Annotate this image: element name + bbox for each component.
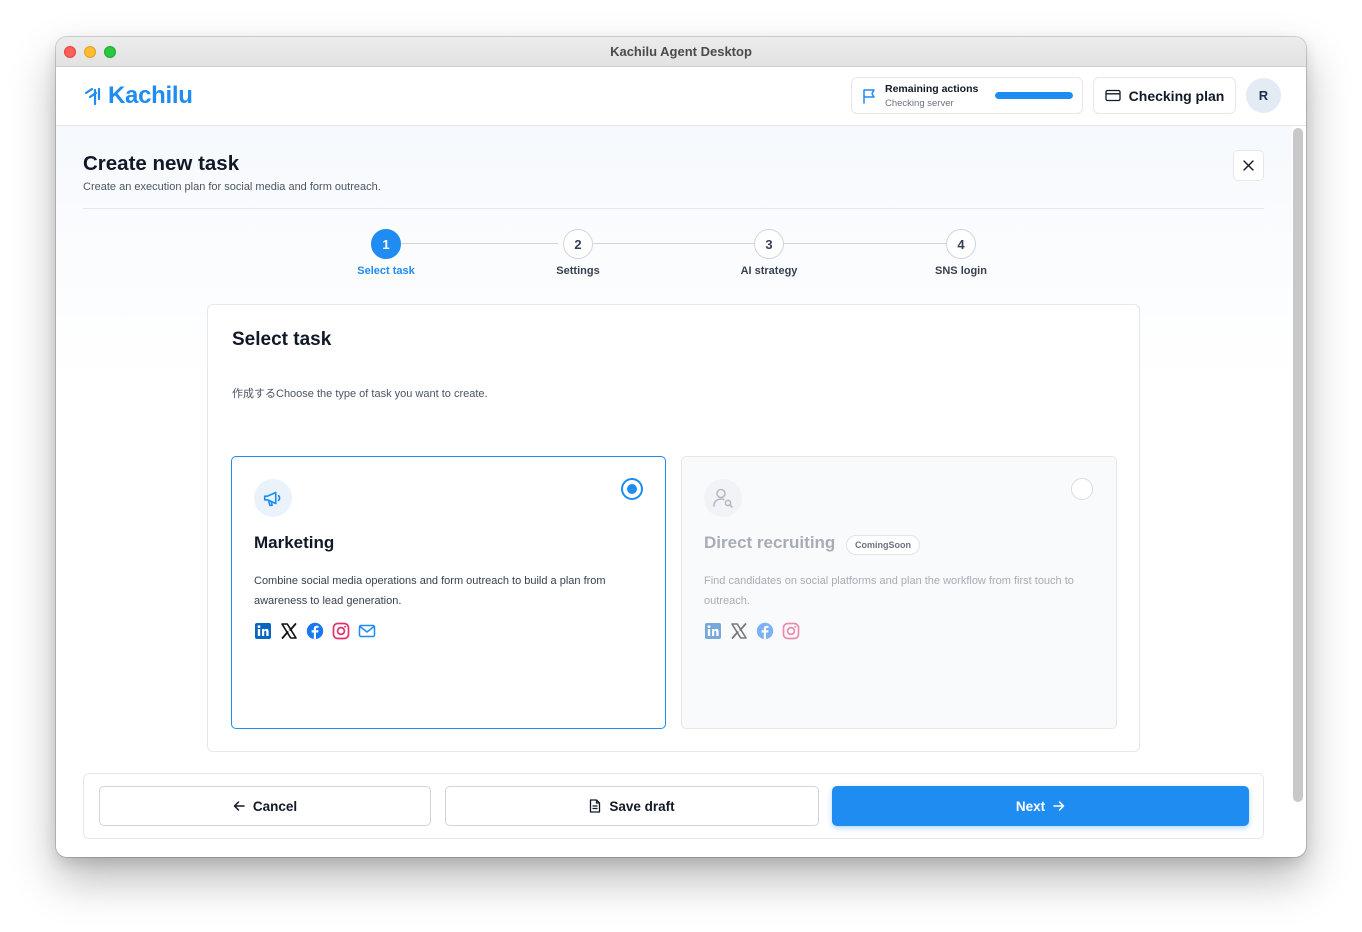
linkedin-icon xyxy=(705,623,721,639)
direct-recruiting-card-description: Find candidates on social platforms and … xyxy=(704,575,1074,607)
step-2-circle[interactable]: 2 xyxy=(563,229,593,259)
next-label: Next xyxy=(1015,798,1046,814)
main-content: Create new task Create an execution plan… xyxy=(56,126,1292,857)
card-icon-wrapper xyxy=(704,479,742,517)
marketing-task-card[interactable]: Marketing Combine social media operation… xyxy=(231,456,666,729)
facebook-icon xyxy=(756,622,774,640)
checking-plan-button[interactable]: Checking plan xyxy=(1093,77,1236,114)
save-draft-button[interactable]: Save draft xyxy=(445,786,819,826)
checking-plan-label: Checking plan xyxy=(1128,87,1225,104)
page-title: Create new task xyxy=(83,152,240,175)
marketing-radio[interactable] xyxy=(621,478,643,500)
marketing-card-title: Marketing xyxy=(254,533,335,552)
user-search-icon xyxy=(713,488,733,508)
cancel-button[interactable]: Cancel xyxy=(99,786,431,826)
direct-recruiting-radio xyxy=(1071,478,1093,500)
step-4-label: SNS login xyxy=(935,265,987,277)
step-connector xyxy=(401,243,558,244)
step-1-circle[interactable]: 1 xyxy=(371,229,401,259)
save-draft-label: Save draft xyxy=(609,798,675,814)
x-icon xyxy=(281,623,297,639)
footer-actions: Cancel Save draft Next xyxy=(83,773,1264,839)
panel-title: Select task xyxy=(232,329,332,350)
step-4-circle[interactable]: 4 xyxy=(946,229,976,259)
mail-icon xyxy=(358,624,376,638)
panel-subtitle: 作成するChoose the type of task you want to … xyxy=(232,388,488,400)
header-divider xyxy=(83,208,1264,209)
arrow-left-icon xyxy=(233,801,245,811)
step-1-label: Select task xyxy=(357,265,415,277)
facebook-icon xyxy=(306,622,324,640)
megaphone-icon xyxy=(263,491,281,507)
instagram-icon xyxy=(332,622,350,640)
direct-recruiting-card-title: Direct recruiting xyxy=(704,533,836,552)
remaining-actions-progress xyxy=(995,92,1073,99)
direct-recruiting-channel-icons xyxy=(704,622,800,640)
title-bar: Kachilu Agent Desktop xyxy=(56,37,1306,67)
radio-selected-dot xyxy=(627,484,637,494)
direct-recruiting-task-card: Direct recruiting ComingSoon Find candid… xyxy=(681,456,1117,729)
avatar[interactable]: R xyxy=(1246,78,1281,113)
logo-text: Kachilu xyxy=(108,82,193,109)
flag-icon xyxy=(863,89,875,104)
step-2-label: Settings xyxy=(556,265,600,277)
remaining-actions-status: Checking server xyxy=(885,98,954,109)
step-connector xyxy=(593,243,754,244)
app-window: Kachilu Agent Desktop Kachilu Remaining … xyxy=(56,37,1306,857)
logo-mark-icon xyxy=(84,87,101,106)
remaining-actions-widget[interactable]: Remaining actions Checking server xyxy=(851,77,1083,114)
step-connector xyxy=(784,243,946,244)
close-dialog-button[interactable] xyxy=(1233,150,1264,181)
marketing-card-description: Combine social media operations and form… xyxy=(254,575,606,607)
window-title: Kachilu Agent Desktop xyxy=(610,44,752,59)
close-icon xyxy=(1243,160,1254,171)
select-task-panel: Select task 作成するChoose the type of task … xyxy=(207,304,1140,752)
arrow-right-icon xyxy=(1053,801,1065,811)
x-icon xyxy=(731,623,747,639)
credit-card-icon xyxy=(1105,89,1121,102)
progress-fill xyxy=(995,92,1073,99)
instagram-icon xyxy=(782,622,800,640)
coming-soon-badge: ComingSoon xyxy=(846,535,920,555)
step-3-label: AI strategy xyxy=(740,265,798,277)
step-3-circle[interactable]: 3 xyxy=(754,229,784,259)
cancel-label: Cancel xyxy=(252,798,298,814)
vertical-scrollbar[interactable] xyxy=(1293,128,1303,802)
document-icon xyxy=(590,799,601,813)
card-icon-wrapper xyxy=(254,479,292,517)
logo[interactable]: Kachilu xyxy=(83,82,193,110)
remaining-actions-title: Remaining actions xyxy=(885,83,979,95)
marketing-channel-icons xyxy=(254,622,376,640)
next-button[interactable]: Next xyxy=(832,786,1249,826)
linkedin-icon xyxy=(255,623,271,639)
app-header: Kachilu Remaining actions Checking serve… xyxy=(56,67,1306,126)
page-subtitle: Create an execution plan for social medi… xyxy=(83,181,381,193)
